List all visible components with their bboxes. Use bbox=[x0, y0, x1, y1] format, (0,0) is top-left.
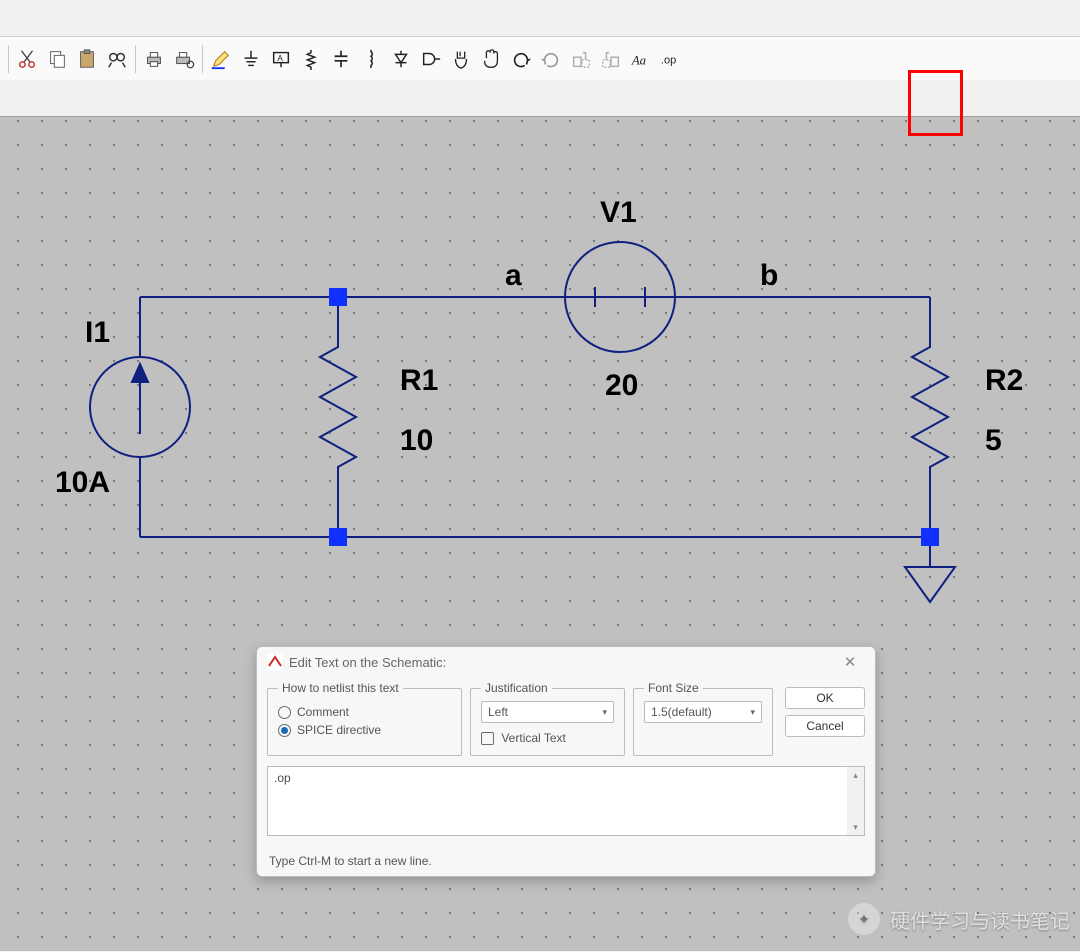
ok-button[interactable]: OK bbox=[785, 687, 865, 709]
option-directive-label: SPICE directive bbox=[297, 723, 381, 737]
diode-icon[interactable] bbox=[387, 45, 415, 73]
capacitor-icon[interactable] bbox=[327, 45, 355, 73]
i1-name[interactable]: I1 bbox=[85, 316, 110, 349]
redo-icon[interactable] bbox=[537, 45, 565, 73]
option-spice-directive[interactable]: SPICE directive bbox=[278, 723, 451, 737]
net-b[interactable]: b bbox=[760, 259, 778, 292]
radio-icon bbox=[278, 706, 291, 719]
fontsize-value: 1.5(default) bbox=[651, 705, 712, 719]
justification-group: Justification Left ▾ Vertical Text bbox=[470, 681, 625, 756]
cut-icon[interactable] bbox=[13, 45, 41, 73]
vertical-text-label: Vertical Text bbox=[501, 731, 565, 745]
inductor-icon[interactable] bbox=[357, 45, 385, 73]
rotate-right-icon[interactable] bbox=[597, 45, 625, 73]
r2-name[interactable]: R2 bbox=[985, 364, 1023, 397]
justification-select[interactable]: Left ▾ bbox=[481, 701, 614, 723]
radio-icon bbox=[278, 724, 291, 737]
chevron-down-icon: ▾ bbox=[602, 707, 607, 718]
justification-value: Left bbox=[488, 705, 508, 719]
ltspice-icon bbox=[267, 654, 283, 670]
directive-textarea[interactable]: .op bbox=[267, 766, 865, 836]
find-icon[interactable] bbox=[103, 45, 131, 73]
fontsize-select[interactable]: 1.5(default) ▾ bbox=[644, 701, 762, 723]
netlist-legend: How to netlist this text bbox=[278, 681, 403, 695]
ground-icon[interactable] bbox=[237, 45, 265, 73]
v1-value[interactable]: 20 bbox=[605, 369, 638, 402]
checkbox-icon bbox=[481, 732, 494, 745]
scroll-up-icon[interactable]: ▴ bbox=[847, 767, 864, 783]
cancel-button[interactable]: Cancel bbox=[785, 715, 865, 737]
option-comment-label: Comment bbox=[297, 705, 349, 719]
print-icon[interactable] bbox=[140, 45, 168, 73]
v1-name[interactable]: V1 bbox=[600, 196, 637, 229]
net-a[interactable]: a bbox=[505, 259, 522, 292]
svg-text:A: A bbox=[277, 53, 283, 62]
move-icon[interactable] bbox=[447, 45, 475, 73]
toolbar-separator bbox=[135, 45, 136, 73]
r1-name[interactable]: R1 bbox=[400, 364, 438, 397]
spice-directive-icon[interactable]: .op bbox=[657, 45, 685, 73]
vertical-text-checkbox[interactable]: Vertical Text bbox=[481, 731, 614, 745]
toolbar-separator bbox=[8, 45, 9, 73]
scroll-down-icon[interactable]: ▾ bbox=[847, 819, 864, 835]
print-setup-icon[interactable] bbox=[170, 45, 198, 73]
netlist-group: How to netlist this text Comment SPICE d… bbox=[267, 681, 462, 756]
i1-value[interactable]: 10A bbox=[55, 466, 110, 499]
drag-icon[interactable] bbox=[477, 45, 505, 73]
r2-value[interactable]: 5 bbox=[985, 424, 1002, 457]
textarea-scrollbar[interactable]: ▴ ▾ bbox=[847, 767, 864, 835]
paste-icon[interactable] bbox=[73, 45, 101, 73]
undo-icon[interactable] bbox=[507, 45, 535, 73]
close-icon[interactable]: ✕ bbox=[833, 650, 867, 674]
svg-text:Aa: Aa bbox=[631, 53, 646, 67]
edit-text-dialog: Edit Text on the Schematic: ✕ How to net… bbox=[256, 646, 876, 877]
text-style-icon[interactable]: Aa bbox=[627, 45, 655, 73]
rotate-left-icon[interactable] bbox=[567, 45, 595, 73]
copy-icon[interactable] bbox=[43, 45, 71, 73]
option-comment[interactable]: Comment bbox=[278, 705, 451, 719]
dialog-status: Type Ctrl-M to start a new line. bbox=[257, 846, 875, 876]
component-icon[interactable] bbox=[417, 45, 445, 73]
resistor-icon[interactable] bbox=[297, 45, 325, 73]
r1-value[interactable]: 10 bbox=[400, 424, 433, 457]
justification-legend: Justification bbox=[481, 681, 552, 695]
fontsize-legend: Font Size bbox=[644, 681, 703, 695]
svg-text:.op: .op bbox=[661, 54, 676, 66]
chevron-down-icon: ▾ bbox=[750, 707, 755, 718]
label-icon[interactable]: A bbox=[267, 45, 295, 73]
pencil-icon[interactable] bbox=[207, 45, 235, 73]
main-toolbar: A Aa .op bbox=[0, 36, 1080, 80]
dialog-titlebar[interactable]: Edit Text on the Schematic: ✕ bbox=[257, 647, 875, 677]
fontsize-group: Font Size 1.5(default) ▾ bbox=[633, 681, 773, 756]
toolbar-separator bbox=[202, 45, 203, 73]
dialog-title: Edit Text on the Schematic: bbox=[289, 655, 446, 670]
